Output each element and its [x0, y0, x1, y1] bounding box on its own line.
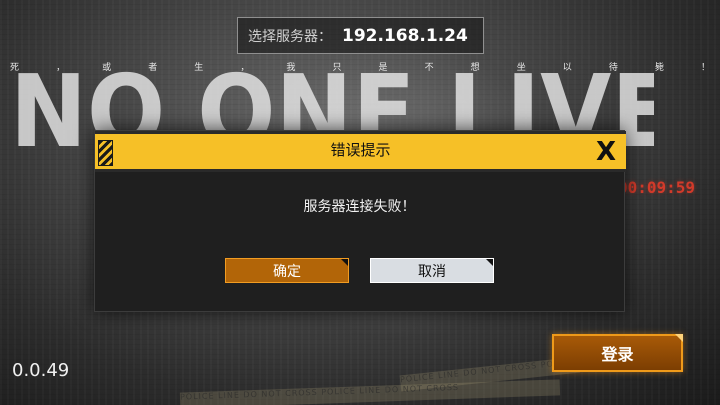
cancel-button[interactable]: 取消: [370, 258, 494, 283]
motto-char: 毙: [654, 63, 664, 73]
login-button[interactable]: 登录: [552, 334, 683, 372]
motto-char: ！: [700, 63, 710, 73]
server-label: 选择服务器：: [248, 28, 332, 45]
server-selector[interactable]: 选择服务器： 192.168.1.24: [237, 17, 484, 54]
dialog-title: 错误提示: [330, 141, 391, 159]
close-icon[interactable]: X: [594, 138, 618, 166]
version-label: 0.0.49: [12, 360, 70, 381]
countdown-timer: 00:09:59: [618, 178, 696, 197]
dialog-header: 错误提示 X: [95, 131, 626, 172]
confirm-button[interactable]: 确定: [225, 258, 349, 283]
error-dialog: 错误提示 X 服务器连接失败！ 确定 取消: [94, 130, 626, 312]
server-address: 192.168.1.24: [342, 25, 468, 46]
dialog-message: 服务器连接失败！: [303, 199, 416, 215]
